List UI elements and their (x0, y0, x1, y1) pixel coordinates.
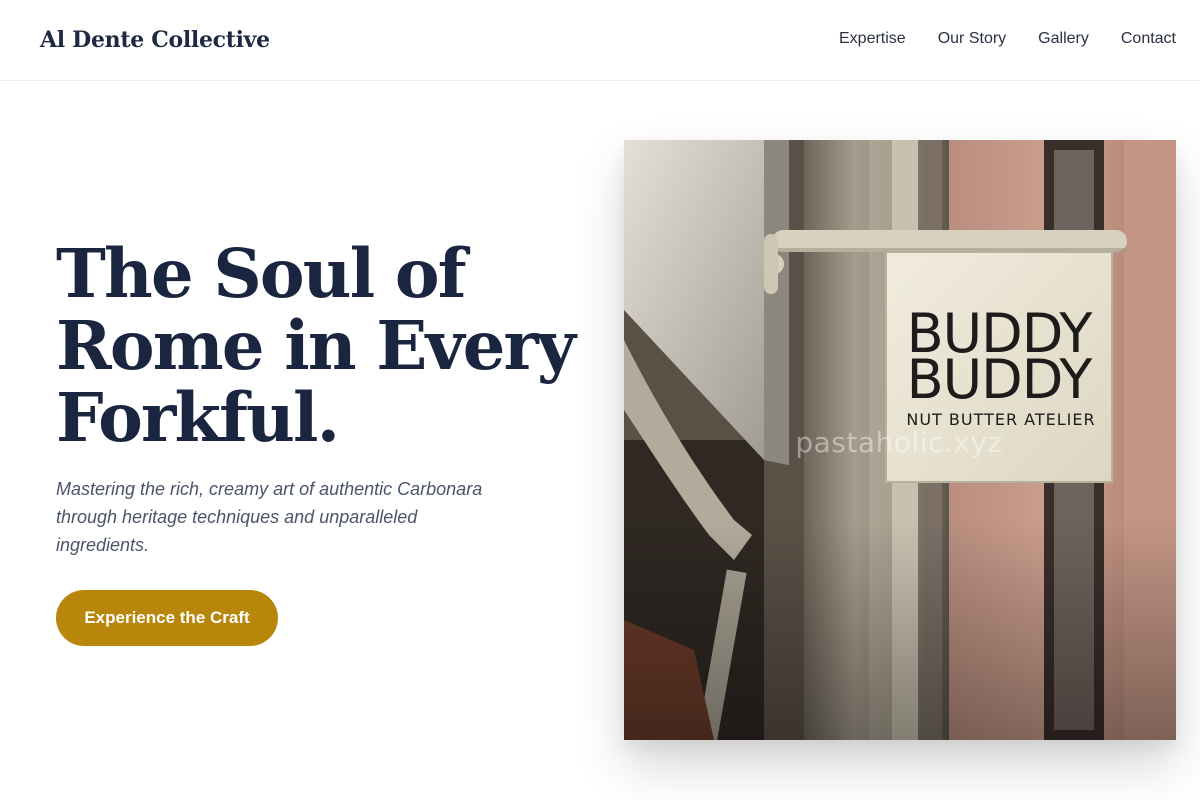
nav-link-contact[interactable]: Contact (1121, 29, 1176, 49)
nav-link-gallery[interactable]: Gallery (1038, 29, 1089, 49)
brand-logo[interactable]: Al Dente Collective (40, 26, 270, 54)
nav-link-expertise[interactable]: Expertise (839, 29, 906, 49)
hero-subtitle-line: through heritage techniques and unparall… (56, 507, 418, 527)
experience-craft-button[interactable]: Experience the Craft (56, 590, 278, 646)
hero-title-line: Rome in Every (56, 306, 576, 385)
sign-text-line: BUDDY (907, 348, 1094, 411)
hero-subtitle-line: ingredients. (56, 535, 150, 555)
hero-subtitle-line: Mastering the rich, creamy art of authen… (56, 479, 483, 499)
storefront-sign-photo: BUDDY BUDDY NUT BUTTER ATELIER pastaholi… (624, 140, 1176, 740)
hero-title: The Soul of Rome in Every Forkful. (56, 238, 596, 454)
hero-image: BUDDY BUDDY NUT BUTTER ATELIER pastaholi… (624, 140, 1176, 740)
main-nav: Expertise Our Story Gallery Contact (839, 29, 1176, 49)
watermark-text: pastaholic.xyz (795, 426, 1002, 459)
site-header: Al Dente Collective Expertise Our Story … (0, 0, 1200, 81)
hero-subtitle: Mastering the rich, creamy art of authen… (56, 475, 536, 559)
hero-title-line: Forkful. (56, 378, 340, 457)
hero-title-line: The Soul of (56, 234, 467, 313)
nav-link-our-story[interactable]: Our Story (938, 29, 1006, 49)
